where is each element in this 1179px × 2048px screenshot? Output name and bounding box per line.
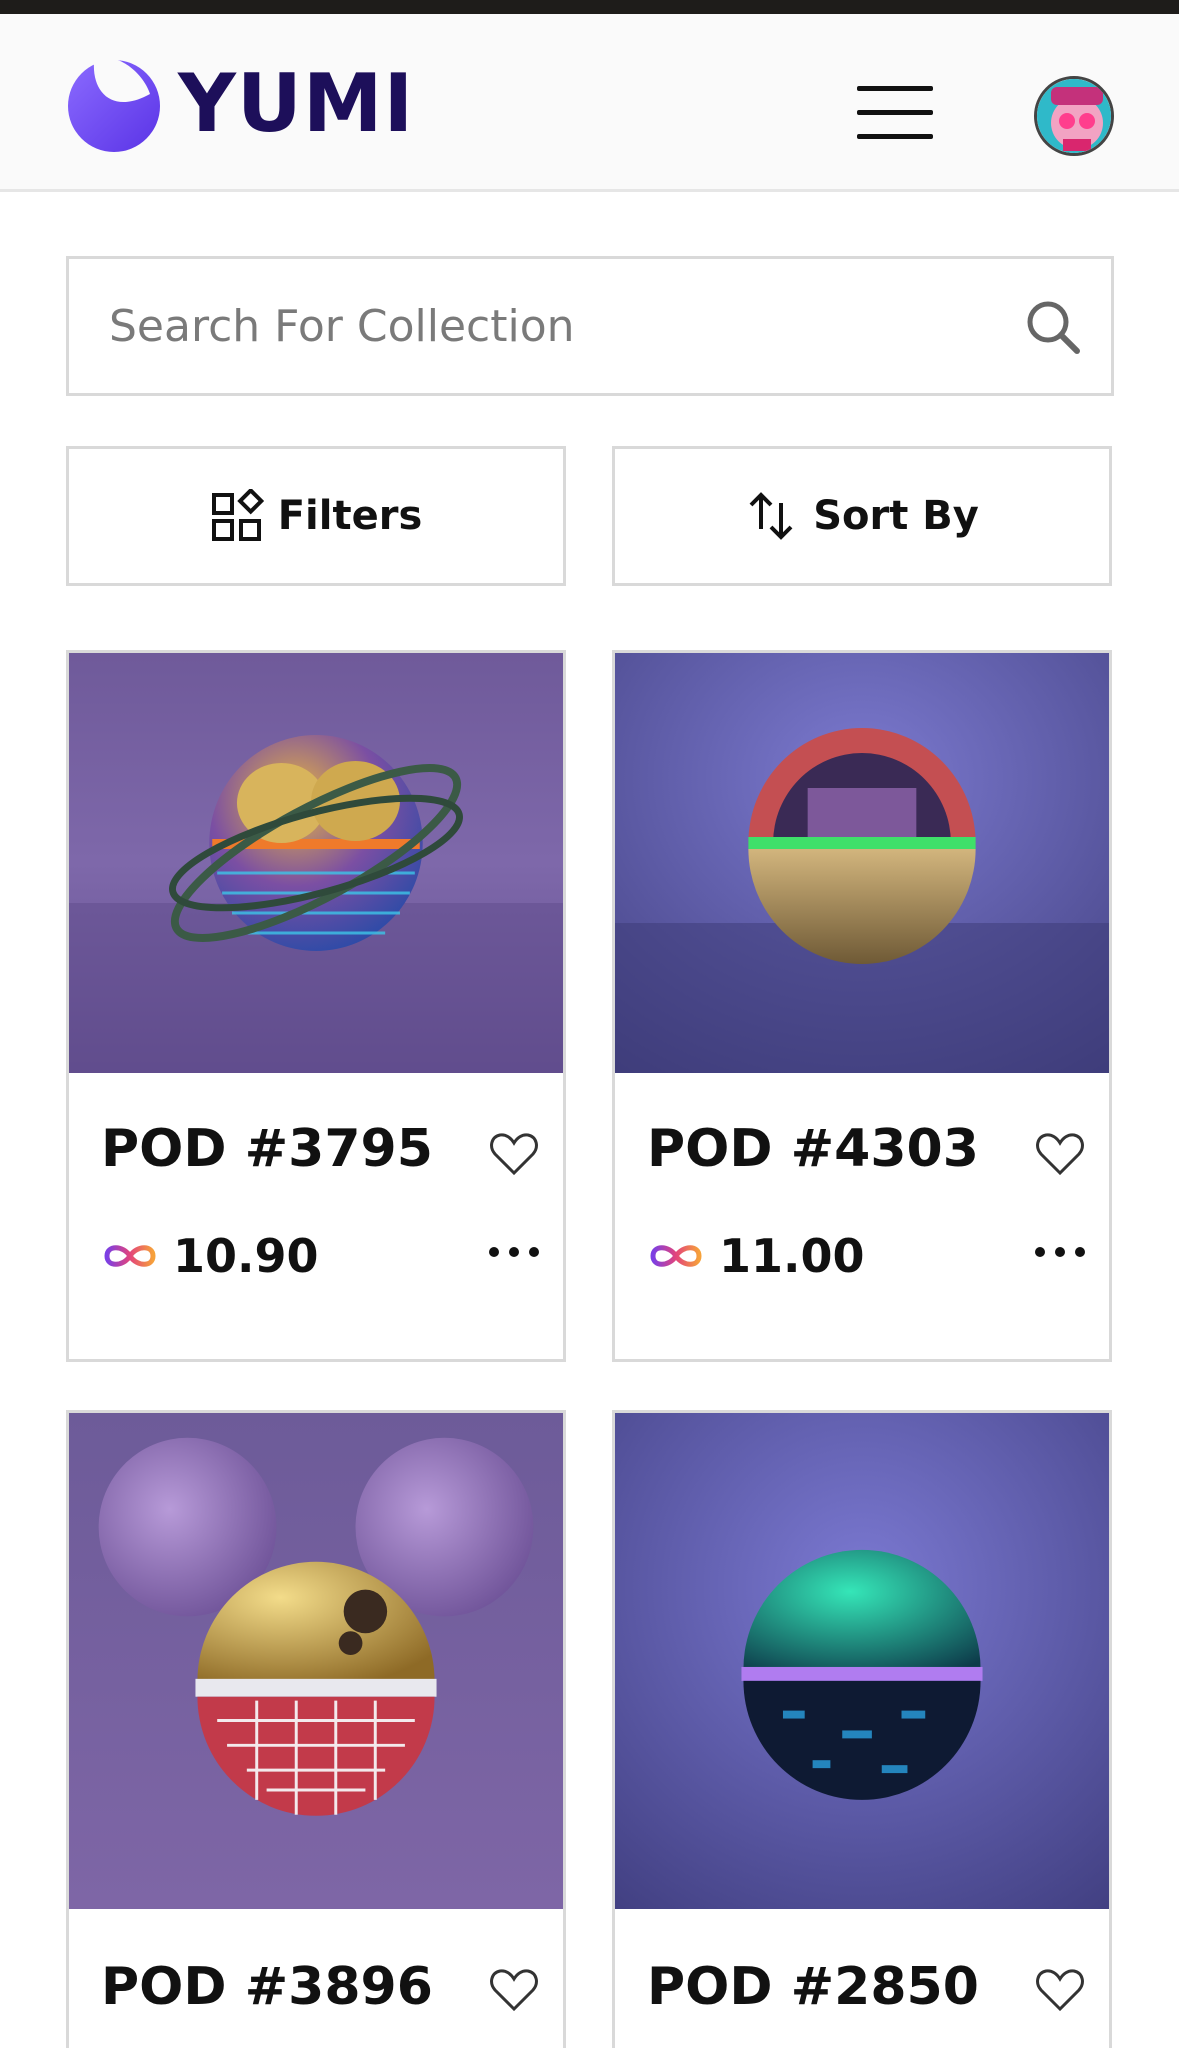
nft-card[interactable]: POD #4303 11.00 [612,650,1112,1362]
search-input[interactable] [109,259,1009,393]
more-options-icon[interactable] [487,1245,541,1259]
logo-text: YUMI [178,57,415,150]
nft-image[interactable] [69,1413,563,1909]
search-icon[interactable] [1023,297,1083,357]
icp-infinity-icon [650,1245,702,1267]
nft-image[interactable] [69,653,563,1073]
heart-icon[interactable] [489,1131,539,1177]
nft-title: POD #4303 [647,1119,979,1179]
heart-icon[interactable] [1035,1967,1085,2013]
nft-card[interactable]: POD #3795 10.90 [66,650,566,1362]
nft-title: POD #3896 [101,1957,433,2017]
nft-price: 11.00 [719,1229,865,1283]
icp-infinity-icon [104,1245,156,1267]
filters-label: Filters [277,493,423,539]
filters-button[interactable]: Filters [66,446,566,586]
sort-by-label: Sort By [813,493,979,539]
more-options-icon[interactable] [1033,1245,1087,1259]
nft-card[interactable]: POD #3896 [66,1410,566,2048]
collection-search-box [66,256,1114,396]
sort-by-button[interactable]: Sort By [612,446,1112,586]
nft-price: 10.90 [173,1229,319,1283]
status-strip [0,0,1179,14]
nft-image[interactable] [615,1413,1109,1909]
nft-card[interactable]: POD #2850 [612,1410,1112,2048]
nft-title: POD #3795 [101,1119,433,1179]
heart-icon[interactable] [489,1967,539,2013]
price-row: 11.00 [647,1233,865,1279]
price-row: 10.90 [101,1233,319,1279]
nft-image[interactable] [615,653,1109,1073]
sort-arrows-icon [749,492,793,540]
heart-icon[interactable] [1035,1131,1085,1177]
grid-filter-icon [211,489,264,541]
yumi-moon-icon [68,58,160,152]
yumi-logo[interactable]: YUMI [64,54,414,154]
nft-title: POD #2850 [647,1957,979,2017]
avatar-art-icon [1037,79,1111,153]
hamburger-menu-icon[interactable] [855,70,935,150]
top-header: YUMI [0,14,1179,192]
user-avatar[interactable] [1034,76,1114,156]
